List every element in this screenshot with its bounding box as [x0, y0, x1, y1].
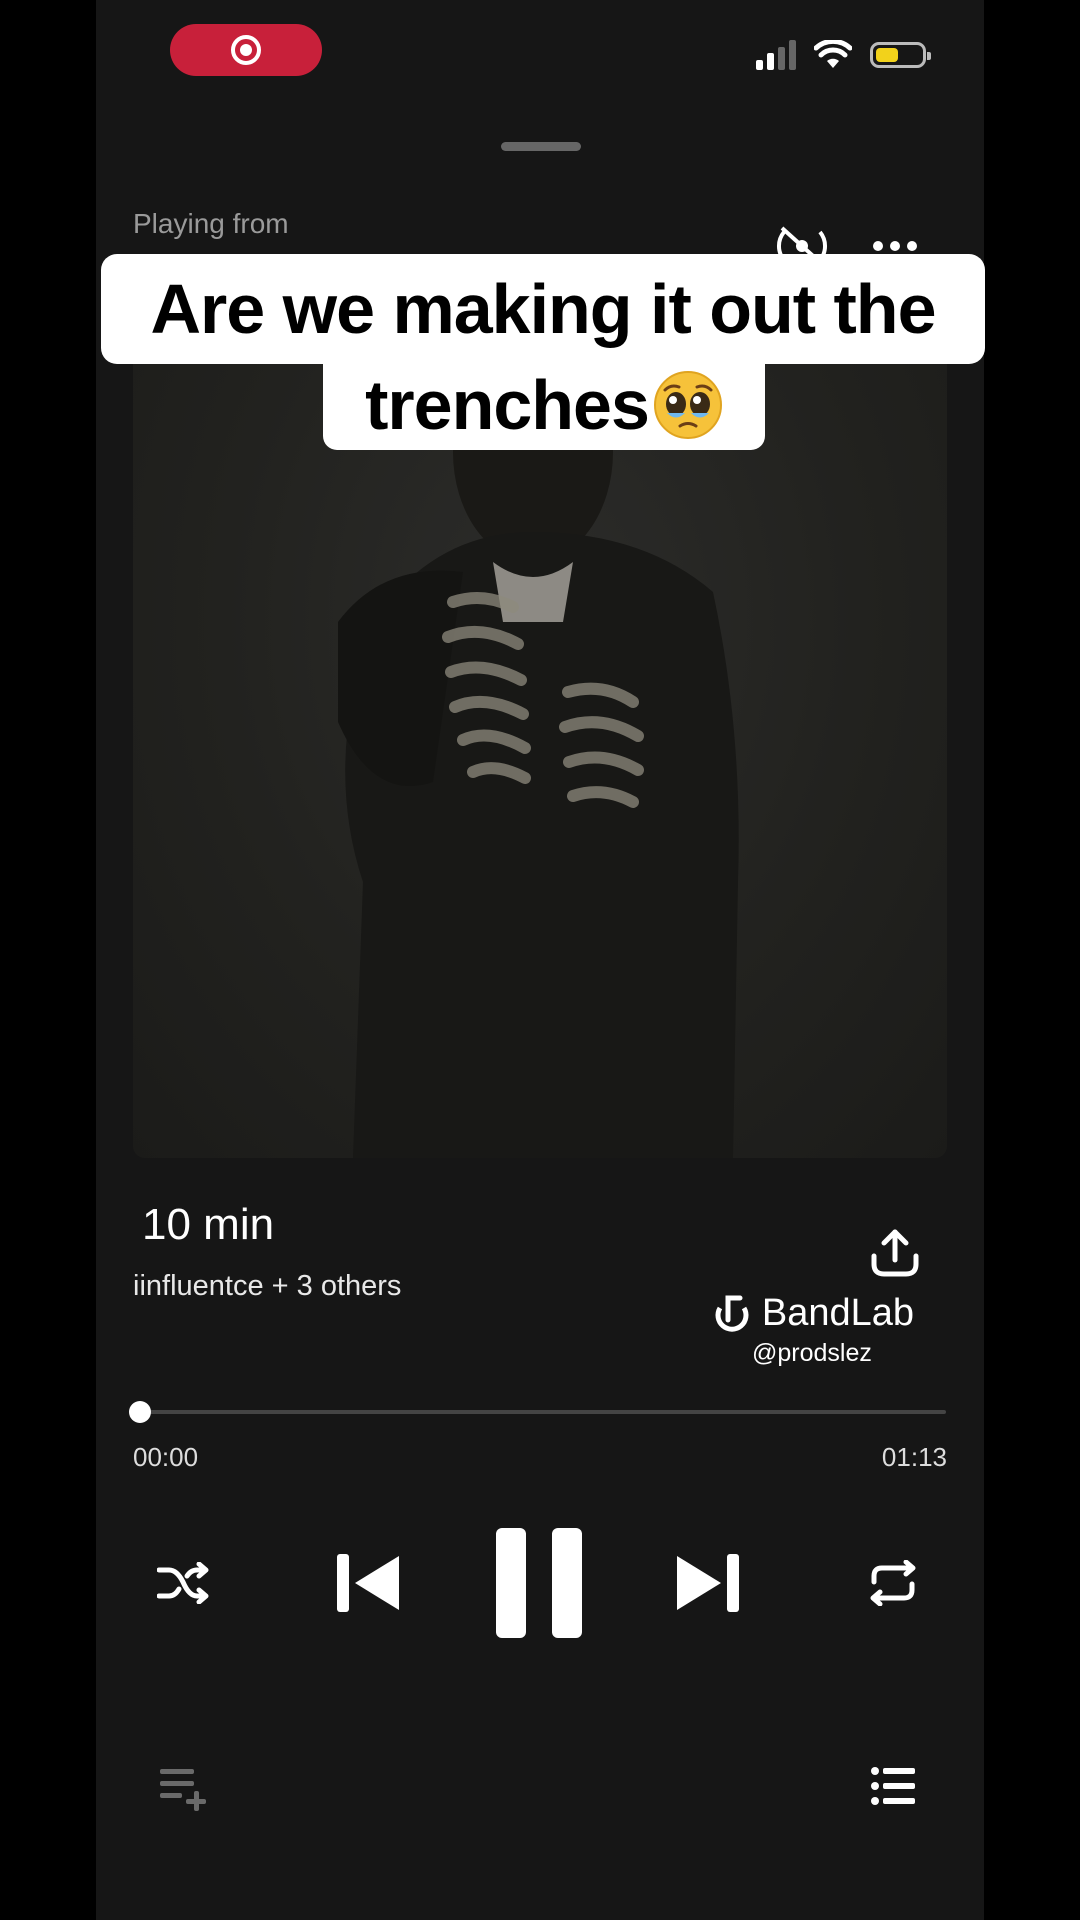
bandlab-logo: BandLab [710, 1292, 914, 1335]
bandlab-handle: @prodslez [751, 1339, 872, 1367]
queue-list-icon [871, 1767, 915, 1805]
bandlab-brand: BandLab [761, 1292, 914, 1334]
add-to-queue-button[interactable] [160, 1766, 210, 1812]
skip-previous-icon [337, 1554, 399, 1612]
track-title: 10 min [142, 1200, 275, 1249]
caption-line-1: Are we making it out the [101, 254, 985, 364]
cellular-signal-icon [756, 40, 796, 70]
shuffle-icon [157, 1562, 209, 1604]
total-time: 01:13 [881, 1442, 947, 1472]
pause-button[interactable] [496, 1528, 582, 1638]
pause-icon [496, 1528, 582, 1638]
caption-line-2: trenches [323, 360, 765, 450]
progress-bar[interactable] [129, 1401, 946, 1423]
caption-text-2: trenches [365, 366, 650, 444]
playing-from-label: Playing from [133, 208, 289, 239]
repeat-icon [870, 1560, 916, 1606]
sheet-grabber[interactable] [501, 142, 581, 151]
bandlab-watermark: BandLab @prodslez [710, 1292, 914, 1368]
queue-button[interactable] [870, 1766, 916, 1806]
artist-name[interactable]: iinfluentce + 3 others [133, 1270, 401, 1303]
repeat-button[interactable] [866, 1556, 920, 1610]
bandlab-logo-icon [715, 1295, 749, 1332]
screen-recording-indicator[interactable] [170, 24, 322, 76]
record-icon [231, 35, 261, 65]
skip-next-icon [677, 1554, 739, 1612]
battery-icon [870, 42, 931, 68]
status-bar-icons [756, 40, 931, 70]
caption-text-1: Are we making it out the [150, 270, 937, 348]
share-icon[interactable] [870, 1228, 920, 1278]
elapsed-time: 00:00 [133, 1442, 199, 1472]
wifi-icon [814, 40, 852, 68]
pleading-face-emoji [653, 371, 722, 439]
next-button[interactable] [676, 1552, 740, 1614]
shuffle-button[interactable] [156, 1556, 210, 1610]
progress-knob[interactable] [129, 1401, 151, 1423]
more-icon[interactable] [872, 240, 918, 252]
add-to-queue-icon [160, 1769, 206, 1811]
previous-button[interactable] [336, 1552, 400, 1614]
